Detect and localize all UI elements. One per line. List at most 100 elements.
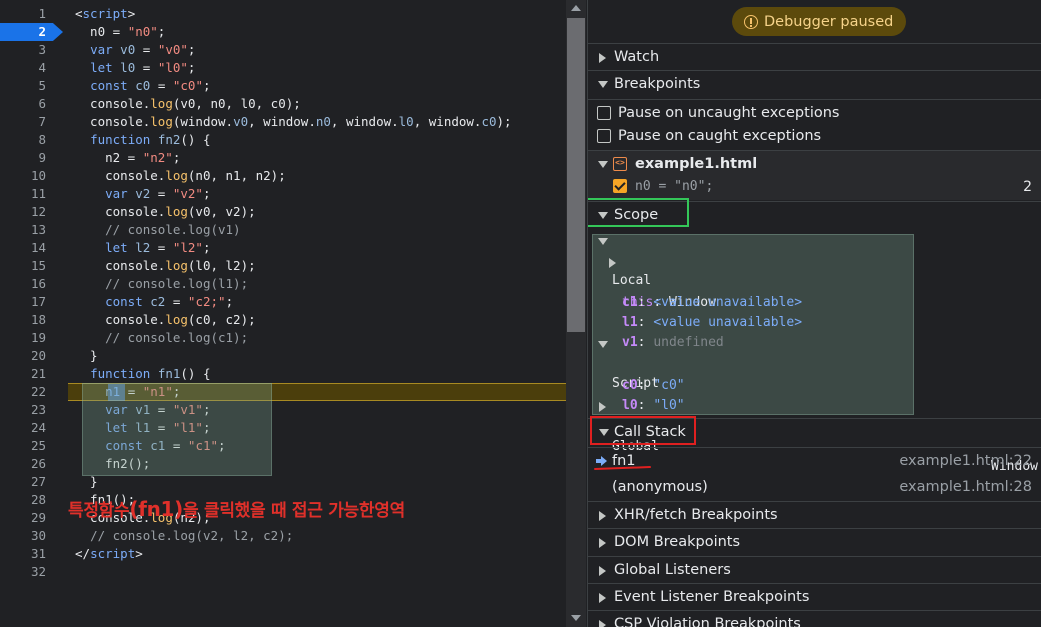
code-line[interactable]: 15 console.log(l0, l2); bbox=[0, 257, 566, 275]
code-line[interactable]: 17 const c2 = "c2;"; bbox=[0, 293, 566, 311]
code-line[interactable]: 32 bbox=[0, 563, 566, 581]
code-text: // console.log(c1); bbox=[105, 330, 249, 345]
scope-script-header[interactable]: Script bbox=[588, 334, 1041, 391]
line-number[interactable]: 15 bbox=[0, 257, 46, 275]
line-number[interactable]: 14 bbox=[0, 239, 46, 257]
line-number[interactable]: 21 bbox=[0, 365, 46, 383]
scope-var-c0[interactable]: c0: "c0" bbox=[588, 356, 1041, 393]
pause-uncaught-row[interactable]: Pause on uncaught exceptions bbox=[588, 99, 1041, 126]
line-number[interactable]: 11 bbox=[0, 185, 46, 203]
pause-caught-checkbox[interactable] bbox=[597, 129, 611, 143]
code-line[interactable]: 1 <script> bbox=[0, 5, 566, 23]
scope-highlight-box bbox=[588, 198, 689, 227]
line-number[interactable]: 20 bbox=[0, 347, 46, 365]
callstack-frame[interactable]: (anonymous) example1.html:28 bbox=[588, 474, 1041, 501]
line-number[interactable]: 18 bbox=[0, 311, 46, 329]
line-number[interactable]: 5 bbox=[0, 77, 46, 95]
code-text: function fn1() { bbox=[90, 366, 211, 381]
line-number[interactable]: 32 bbox=[0, 563, 46, 581]
line-number[interactable]: 2 bbox=[0, 23, 46, 41]
line-number[interactable]: 16 bbox=[0, 275, 46, 293]
pause-uncaught-checkbox[interactable] bbox=[597, 106, 611, 120]
line-number[interactable]: 25 bbox=[0, 437, 46, 455]
code-line[interactable]: 8 function fn2() { bbox=[0, 131, 566, 149]
global-listeners-header[interactable]: Global Listeners bbox=[588, 556, 1041, 583]
scroll-thumb[interactable] bbox=[567, 18, 585, 332]
line-number[interactable]: 30 bbox=[0, 527, 46, 545]
csp-violation-breakpoints-header[interactable]: CSP Violation Breakpoints bbox=[588, 610, 1041, 627]
line-number[interactable]: 7 bbox=[0, 113, 46, 131]
line-number[interactable]: 23 bbox=[0, 401, 46, 419]
code-text: } bbox=[75, 348, 98, 363]
code-line[interactable]: 30 // console.log(v2, l2, c2); bbox=[0, 527, 566, 545]
line-number[interactable]: 3 bbox=[0, 41, 46, 59]
code-line[interactable]: 4 let l0 = "l0"; bbox=[0, 59, 566, 77]
code-line[interactable]: 9 n2 = "n2"; bbox=[0, 149, 566, 167]
watch-label: Watch bbox=[614, 49, 660, 65]
breakpoint-entry[interactable]: n0 = "n0"; 2 bbox=[588, 174, 1041, 200]
scope-global-header[interactable]: Global Window bbox=[588, 397, 1041, 474]
code-line[interactable]: 13 // console.log(v1) bbox=[0, 221, 566, 239]
code-line[interactable]: 5 const c0 = "c0"; bbox=[0, 77, 566, 95]
scope-var-v1[interactable]: v1: undefined bbox=[588, 313, 1041, 350]
event-listener-breakpoints-header[interactable]: Event Listener Breakpoints bbox=[588, 583, 1041, 610]
debugger-paused-badge: Debugger paused bbox=[732, 7, 907, 36]
code-line[interactable]: 21 function fn1() { bbox=[0, 365, 566, 383]
scope-local-header[interactable]: Local bbox=[588, 231, 1041, 288]
breakpoint-checkbox[interactable] bbox=[613, 179, 627, 193]
line-number[interactable]: 19 bbox=[0, 329, 46, 347]
code-text: n0 = "n0"; bbox=[75, 24, 166, 39]
breakpoint-file-row[interactable]: <> example1.html bbox=[588, 150, 1041, 177]
line-number[interactable]: 4 bbox=[0, 59, 46, 77]
code-line[interactable]: 12 console.log(v0, v2); bbox=[0, 203, 566, 221]
frame-location[interactable]: example1.html:28 bbox=[899, 474, 1032, 501]
code-line[interactable]: 31 </script> bbox=[0, 545, 566, 563]
code-text: n2 = "n2"; bbox=[75, 150, 181, 165]
code-line[interactable]: 19 // console.log(c1); bbox=[0, 329, 566, 347]
code-line[interactable]: 16 // console.log(l1); bbox=[0, 275, 566, 293]
editor-scrollbar[interactable] bbox=[566, 0, 586, 627]
xhr-breakpoints-header[interactable]: XHR/fetch Breakpoints bbox=[588, 501, 1041, 528]
dom-breakpoints-header[interactable]: DOM Breakpoints bbox=[588, 528, 1041, 555]
line-number[interactable]: 1 bbox=[0, 5, 46, 23]
watch-section-header[interactable]: Watch bbox=[588, 43, 1041, 70]
scroll-down-icon[interactable] bbox=[571, 615, 581, 621]
line-number[interactable]: 8 bbox=[0, 131, 46, 149]
line-number[interactable]: 17 bbox=[0, 293, 46, 311]
line-number[interactable]: 24 bbox=[0, 419, 46, 437]
frame-location[interactable]: example1.html:22 bbox=[899, 448, 1032, 475]
line-number[interactable]: 28 bbox=[0, 491, 46, 509]
line-number[interactable]: 26 bbox=[0, 455, 46, 473]
line-number[interactable]: 29 bbox=[0, 509, 46, 527]
code-line[interactable]: 18 console.log(c0, c2); bbox=[0, 311, 566, 329]
expand-arrow-icon bbox=[609, 258, 616, 268]
pause-caught-row[interactable]: Pause on caught exceptions bbox=[588, 123, 1041, 150]
source-editor[interactable]: 1 <script> 2 n0 = "n0"; 3 var v0 = "v0"; 4 l… bbox=[0, 0, 566, 627]
line-number[interactable]: 9 bbox=[0, 149, 46, 167]
scope-var-c1[interactable]: c1: <value unavailable> bbox=[588, 273, 1041, 310]
section-label: CSP Violation Breakpoints bbox=[614, 616, 801, 627]
line-number[interactable]: 27 bbox=[0, 473, 46, 491]
code-line[interactable]: 10 console.log(n0, n1, n2); bbox=[0, 167, 566, 185]
code-line[interactable]: 3 var v0 = "v0"; bbox=[0, 41, 566, 59]
scope-var-l0[interactable]: l0: "l0" bbox=[588, 376, 1041, 413]
line-number[interactable]: 6 bbox=[0, 95, 46, 113]
scroll-up-icon[interactable] bbox=[571, 5, 581, 11]
callstack-frame[interactable]: fn1 example1.html:22 bbox=[588, 447, 1041, 474]
paused-label: Debugger paused bbox=[764, 13, 894, 30]
scope-var-this[interactable]: this: Window bbox=[588, 253, 1041, 310]
code-line[interactable]: 14 let l2 = "l2"; bbox=[0, 239, 566, 257]
line-number[interactable]: 31 bbox=[0, 545, 46, 563]
code-line[interactable]: 6 console.log(v0, n0, l0, c0); bbox=[0, 95, 566, 113]
breakpoints-section-header[interactable]: Breakpoints bbox=[588, 70, 1041, 97]
line-number[interactable]: 12 bbox=[0, 203, 46, 221]
breakpoint-line-number: 2 bbox=[1023, 179, 1032, 195]
code-line[interactable]: 2 n0 = "n0"; bbox=[0, 23, 566, 41]
scope-var-l1[interactable]: l1: <value unavailable> bbox=[588, 293, 1041, 330]
line-number[interactable]: 13 bbox=[0, 221, 46, 239]
code-line[interactable]: 11 var v2 = "v2"; bbox=[0, 185, 566, 203]
code-line[interactable]: 7 console.log(window.v0, window.n0, wind… bbox=[0, 113, 566, 131]
line-number[interactable]: 22 bbox=[0, 383, 46, 401]
code-line[interactable]: 20 } bbox=[0, 347, 566, 365]
line-number[interactable]: 10 bbox=[0, 167, 46, 185]
